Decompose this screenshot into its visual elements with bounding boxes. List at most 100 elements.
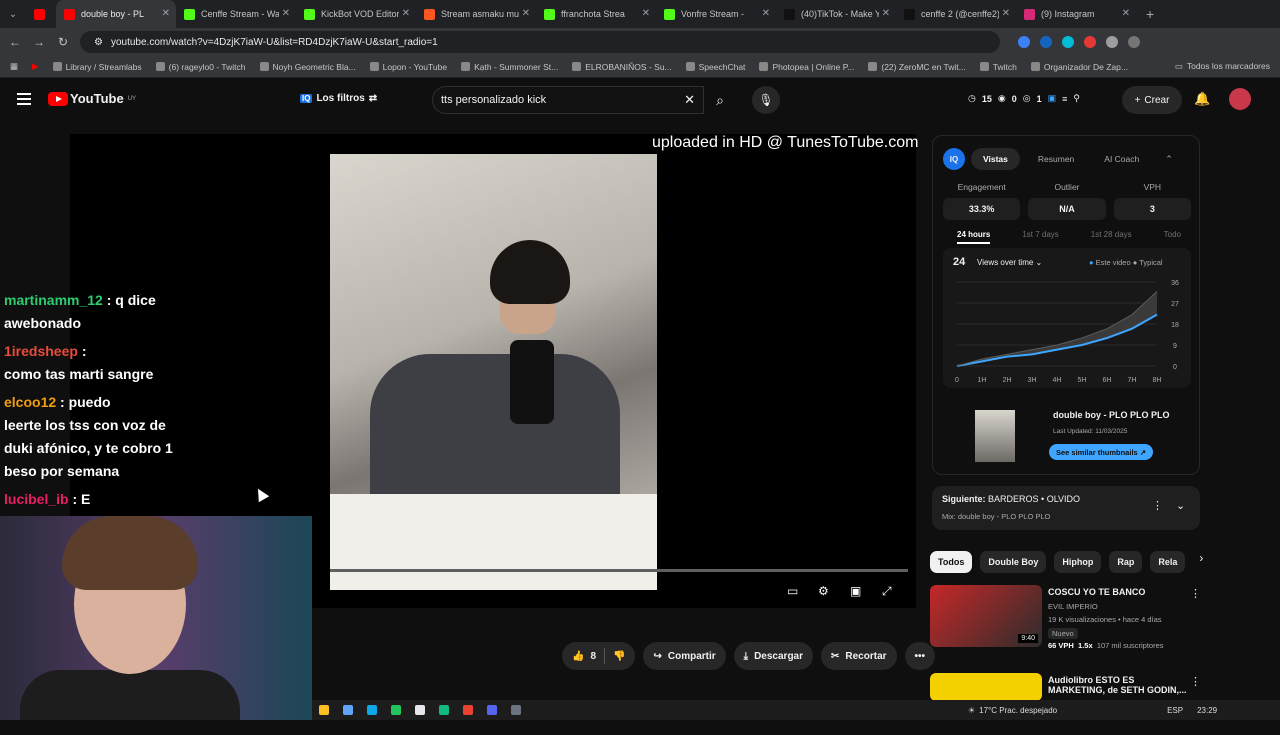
video-frame[interactable]: [330, 154, 657, 590]
browser-tab[interactable]: ffranchota Strea ✕: [536, 0, 656, 28]
bookmark[interactable]: Organizador De Zap...: [1030, 62, 1128, 72]
filters-button[interactable]: IQ Los filtros ⇄: [300, 93, 377, 104]
chevron-down-icon[interactable]: ⌄: [1176, 499, 1185, 512]
bookmark[interactable]: (6) rageylo0 - Twitch: [155, 62, 246, 72]
extension-icon[interactable]: [1084, 36, 1096, 48]
bookmark[interactable]: Lopon - YouTube: [369, 62, 447, 72]
extension-icon[interactable]: ▣: [1048, 93, 1057, 104]
search-input[interactable]: tts personalizado kick ✕: [432, 86, 704, 114]
similar-thumbnails-button[interactable]: See similar thumbnails ↗: [1049, 444, 1154, 460]
browser-tab[interactable]: double boy - PL ✕: [56, 0, 176, 28]
header-stats[interactable]: ◷ 15 ◉ 0 ◎ 1 ▣ ≡ ⚲: [968, 93, 1080, 104]
chip-related[interactable]: Rela: [1150, 551, 1186, 573]
chat-username[interactable]: elcoo12: [4, 394, 56, 410]
settings-icon[interactable]: ⚙: [818, 584, 829, 598]
chevron-up-icon[interactable]: ⌃: [1165, 154, 1173, 165]
obs-icon[interactable]: [511, 705, 521, 715]
apps-icon[interactable]: ▦: [10, 61, 18, 72]
range-7d[interactable]: 1st 7 days: [1022, 230, 1058, 244]
range-28d[interactable]: 1st 28 days: [1091, 230, 1132, 244]
language-indicator[interactable]: ESP: [1167, 706, 1183, 715]
close-tab-icon[interactable]: ✕: [522, 8, 530, 19]
avatar[interactable]: [1229, 88, 1251, 110]
subtitles-icon[interactable]: ▭: [787, 584, 798, 598]
tab-resumen[interactable]: Resumen: [1026, 148, 1086, 170]
app-icon[interactable]: [439, 705, 449, 715]
download-button[interactable]: ⤓ Descargar: [733, 642, 813, 670]
extension-icon[interactable]: [1062, 36, 1074, 48]
pin-icon[interactable]: ⚲: [1073, 93, 1080, 104]
forward-icon[interactable]: →: [32, 35, 46, 49]
app-icon[interactable]: [391, 705, 401, 715]
tab-ai-coach[interactable]: AI Coach: [1092, 148, 1151, 170]
app-icon[interactable]: [343, 705, 353, 715]
browser-tab[interactable]: Stream asmaku mu ✕: [416, 0, 536, 28]
reload-icon[interactable]: ↻: [56, 35, 70, 49]
close-tab-icon[interactable]: ✕: [642, 8, 650, 19]
tab-list-icon[interactable]: ⌄: [0, 9, 26, 20]
range-24h[interactable]: 24 hours: [957, 230, 991, 244]
close-tab-icon[interactable]: ✕: [882, 8, 890, 19]
youtube-bookmark-icon[interactable]: ▶: [32, 61, 39, 72]
fullscreen-icon[interactable]: ⤢: [882, 584, 892, 599]
mic-icon[interactable]: 🎙: [752, 86, 780, 114]
chip-rap[interactable]: Rap: [1109, 551, 1143, 573]
more-vert-icon[interactable]: ⋮: [1190, 675, 1201, 688]
bookmark[interactable]: Photopea | Online P...: [759, 62, 854, 72]
list-icon[interactable]: ≡: [1062, 94, 1067, 104]
all-bookmarks[interactable]: ▭ Todos los marcadores: [1175, 61, 1270, 72]
browser-tab[interactable]: Cenffe Stream - Wa ✕: [176, 0, 296, 28]
browser-tab[interactable]: (40)TikTok - Make Y ✕: [776, 0, 896, 28]
chat-username[interactable]: martinamm_12: [4, 292, 103, 308]
close-tab-icon[interactable]: ✕: [1122, 8, 1130, 19]
bell-icon[interactable]: 🔔: [1194, 91, 1210, 107]
bookmark[interactable]: (22) ZeroMC en Twit...: [868, 62, 966, 72]
new-tab-button[interactable]: +: [1146, 6, 1154, 22]
profile-icon[interactable]: [1128, 36, 1140, 48]
chat-username[interactable]: 1iredsheep: [4, 343, 78, 359]
like-button[interactable]: 👍 8 👎: [562, 642, 636, 670]
share-button[interactable]: ↪ Compartir: [643, 642, 726, 670]
browser-tab[interactable]: Vonfre Stream - ✕: [656, 0, 776, 28]
weather-text[interactable]: 17°C Prac. despejado: [979, 706, 1057, 715]
more-vert-icon[interactable]: ⋮: [1152, 499, 1163, 512]
discord-icon[interactable]: [487, 705, 497, 715]
puzzle-icon[interactable]: [1106, 36, 1118, 48]
more-vert-icon[interactable]: ⋮: [1190, 587, 1201, 600]
file-explorer-icon[interactable]: [319, 705, 329, 715]
bookmark[interactable]: Kạth - Summoner St...: [461, 62, 558, 72]
chevron-right-icon[interactable]: ›: [1199, 551, 1203, 573]
browser-tab[interactable]: (9) Instagram ✕: [1016, 0, 1136, 28]
bookmark[interactable]: ELROBANIÑOS - Su...: [572, 62, 672, 72]
close-tab-icon[interactable]: ✕: [162, 8, 170, 19]
chip-double-boy[interactable]: Double Boy: [980, 551, 1047, 573]
close-tab-icon[interactable]: ✕: [282, 8, 290, 19]
clear-icon[interactable]: ✕: [684, 92, 695, 108]
site-info-icon[interactable]: ⚙: [94, 37, 103, 48]
url-field[interactable]: ⚙ youtube.com/watch?v=4DzjK7iaW-U&list=R…: [80, 31, 1000, 53]
chat-username[interactable]: lucibel_ib: [4, 491, 69, 507]
browser-tab[interactable]: cenffe 2 (@cenffe2) ✕: [896, 0, 1016, 28]
close-tab-icon[interactable]: ✕: [402, 8, 410, 19]
close-tab-icon[interactable]: ✕: [762, 8, 770, 19]
bookmark[interactable]: Library / Streamlabs: [52, 62, 142, 72]
thumbnail-image[interactable]: [975, 410, 1015, 462]
browser-tab[interactable]: [26, 0, 56, 28]
search-icon[interactable]: ⌕: [704, 86, 736, 114]
thumbs-down-icon[interactable]: 👎: [613, 651, 625, 662]
chrome-icon[interactable]: [463, 705, 473, 715]
close-tab-icon[interactable]: ✕: [1002, 8, 1010, 19]
theater-icon[interactable]: ▣: [850, 584, 861, 598]
app-icon[interactable]: [415, 705, 425, 715]
chip-all[interactable]: Todos: [930, 551, 973, 573]
bookmark[interactable]: SpeechChat: [685, 62, 745, 72]
extension-icon[interactable]: [1018, 36, 1030, 48]
next-up-card[interactable]: Siguiente: BARDEROS • OLVIDO Mix: double…: [932, 486, 1200, 530]
range-all[interactable]: Todo: [1164, 230, 1181, 244]
bookmark[interactable]: Twitch: [979, 62, 1017, 72]
chip-hiphop[interactable]: Hiphop: [1054, 551, 1102, 573]
rec-thumbnail[interactable]: 9:40: [930, 585, 1042, 647]
clip-button[interactable]: ✂ Recortar: [821, 642, 897, 670]
tab-vistas[interactable]: Vistas: [971, 148, 1020, 170]
rec-thumbnail[interactable]: [930, 673, 1042, 701]
